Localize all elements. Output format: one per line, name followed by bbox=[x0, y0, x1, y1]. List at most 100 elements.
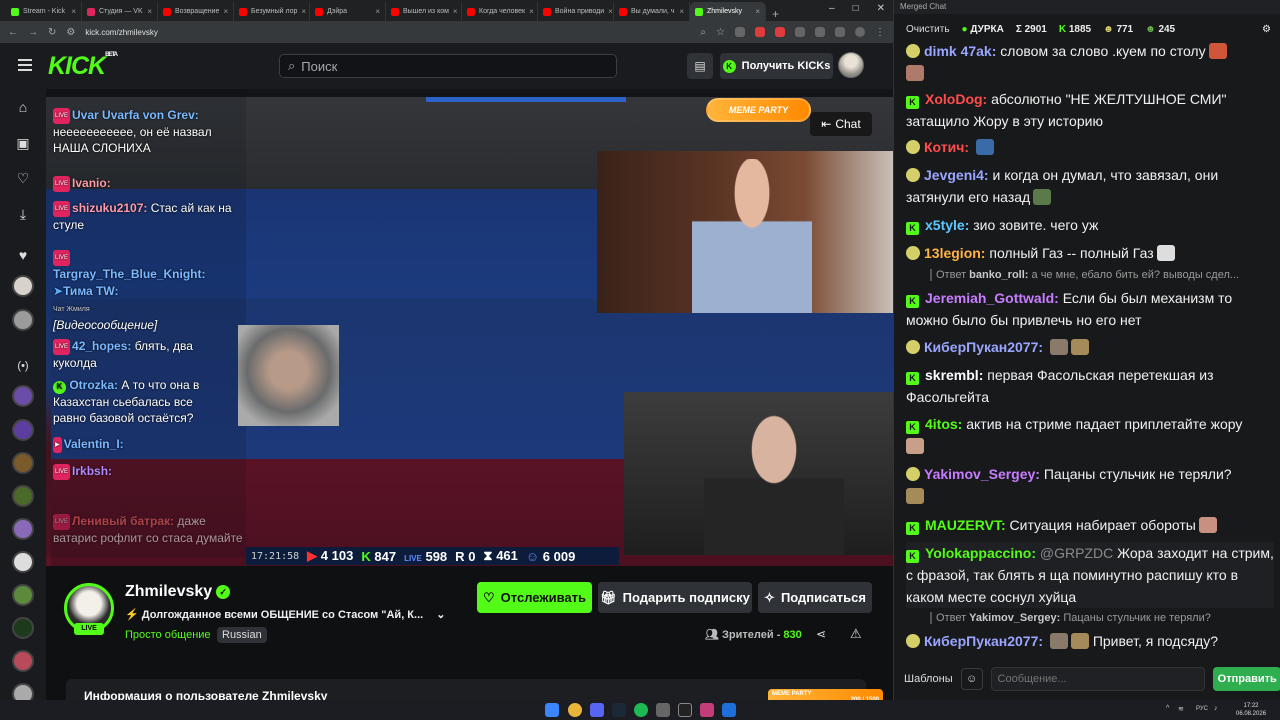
chat-toggle-button[interactable]: ⇤ Chat bbox=[810, 112, 872, 136]
get-kicks-button[interactable]: K Получить KICKs bbox=[720, 53, 833, 79]
language-tag[interactable]: Russian bbox=[217, 627, 267, 643]
extension-icon[interactable] bbox=[815, 27, 825, 37]
channel-name[interactable]: Zhmilevsky ✓ bbox=[125, 583, 231, 601]
reply-preview[interactable]: Ответ banko_roll: а че мне, ебало бить е… bbox=[930, 269, 1270, 281]
tray-chevron-icon[interactable]: ^ bbox=[1166, 705, 1169, 712]
minimize-icon[interactable]: – bbox=[829, 3, 835, 14]
clear-button[interactable]: Очистить bbox=[906, 24, 950, 35]
menu-dots-icon[interactable]: ⋮ bbox=[875, 27, 885, 38]
settings-gear-icon[interactable]: ⚙ bbox=[1262, 24, 1271, 35]
search-input[interactable]: ⌕ Поиск bbox=[279, 54, 617, 78]
browser-tab-active[interactable]: Zhmilevsky × bbox=[690, 2, 766, 21]
download-icon[interactable]: ⤓ bbox=[14, 205, 32, 223]
close-tab-icon[interactable]: × bbox=[755, 7, 760, 16]
clock[interactable]: 17:22 06.08.2026 bbox=[1236, 702, 1266, 718]
browse-icon[interactable]: ▣ bbox=[14, 134, 32, 152]
share-icon[interactable]: ⋖ bbox=[816, 627, 826, 641]
bookmark-star-icon[interactable]: ☆ bbox=[716, 27, 725, 38]
reply-preview[interactable]: Ответ Yakimov_Sergey: Пацаны стульчик не… bbox=[930, 612, 1270, 624]
recommended-channel-avatar[interactable] bbox=[12, 617, 34, 639]
recommended-channel-avatar[interactable] bbox=[12, 551, 34, 573]
app-icon[interactable] bbox=[656, 703, 670, 717]
site-info-icon[interactable]: ⚙ bbox=[66, 27, 75, 38]
obs-icon[interactable] bbox=[678, 703, 692, 717]
close-tab-icon[interactable]: × bbox=[375, 7, 380, 16]
browser-tab[interactable]: Возвращение × bbox=[158, 2, 234, 21]
browser-tab[interactable]: Дэйра × bbox=[310, 2, 386, 21]
message-input[interactable] bbox=[990, 667, 1206, 691]
app-icon[interactable] bbox=[722, 703, 736, 717]
discord-icon[interactable] bbox=[590, 703, 604, 717]
close-tab-icon[interactable]: × bbox=[679, 7, 684, 16]
templates-button[interactable]: Шаблоны bbox=[904, 673, 953, 685]
heart-outline-icon[interactable]: ♡ bbox=[14, 169, 32, 187]
extension-icon[interactable] bbox=[835, 27, 845, 37]
kick-logo[interactable]: KICKBETA bbox=[48, 52, 118, 81]
browser-tab[interactable]: Вы думали, ч × bbox=[614, 2, 690, 21]
recommended-channel-avatar[interactable] bbox=[12, 485, 34, 507]
profile-icon[interactable] bbox=[855, 27, 865, 37]
back-icon[interactable]: ← bbox=[8, 27, 18, 38]
close-window-icon[interactable]: ✕ bbox=[877, 3, 885, 14]
drawer-button[interactable]: ▤ bbox=[687, 53, 713, 79]
user-avatar[interactable] bbox=[838, 52, 864, 78]
language-indicator[interactable]: РУС bbox=[1196, 706, 1208, 712]
home-icon[interactable]: ⌂ bbox=[14, 98, 32, 116]
followed-channel-avatar[interactable] bbox=[12, 309, 34, 331]
kick-icon: K bbox=[1058, 23, 1067, 35]
close-tab-icon[interactable]: × bbox=[529, 7, 534, 16]
url-field[interactable]: kick.com/zhmilevsky bbox=[85, 28, 690, 37]
emoji-picker-icon[interactable]: ☺ bbox=[960, 668, 983, 690]
browser-tab[interactable]: Вышел из ком × bbox=[386, 2, 462, 21]
gift-sub-button[interactable]: 🎁︎ Подарить подписку bbox=[598, 582, 752, 613]
browser-tab[interactable]: Когда человек × bbox=[462, 2, 538, 21]
recommended-channel-avatar[interactable] bbox=[12, 385, 34, 407]
browser-tab[interactable]: Безумный лор × bbox=[234, 2, 310, 21]
volume-icon[interactable]: ♪ bbox=[1214, 705, 1218, 712]
zoom-icon[interactable]: ⌕ bbox=[700, 27, 706, 38]
recommended-channel-avatar[interactable] bbox=[12, 452, 34, 474]
steam-icon[interactable] bbox=[612, 703, 626, 717]
network-icon[interactable]: ≋ bbox=[1178, 705, 1184, 713]
extension-icon[interactable] bbox=[735, 27, 745, 37]
start-menu-icon[interactable] bbox=[545, 703, 559, 717]
category-link[interactable]: Просто общение bbox=[125, 629, 211, 641]
extension-icon[interactable] bbox=[755, 27, 765, 37]
close-tab-icon[interactable]: × bbox=[147, 7, 152, 16]
meme-party-widget: MEME PARTY bbox=[706, 98, 811, 122]
close-tab-icon[interactable]: × bbox=[453, 7, 458, 16]
viewer-count: 👥︎ Зрителей - 830 bbox=[705, 629, 802, 641]
recommended-channel-avatar[interactable] bbox=[12, 419, 34, 441]
app-icon[interactable] bbox=[700, 703, 714, 717]
extension-icon[interactable] bbox=[775, 27, 785, 37]
recommended-channel-avatar[interactable] bbox=[12, 584, 34, 606]
recommended-channel-avatar[interactable] bbox=[12, 518, 34, 540]
video-player[interactable]: LIVE Uvar Uvarfa von Grev: неееееееееее, … bbox=[46, 89, 893, 566]
report-icon[interactable]: ⚠ bbox=[850, 626, 862, 642]
extension-icon[interactable] bbox=[795, 27, 805, 37]
follow-button[interactable]: ♡ Отслеживать bbox=[477, 582, 592, 613]
recommended-channel-avatar[interactable] bbox=[12, 650, 34, 672]
reload-icon[interactable]: ↻ bbox=[48, 27, 56, 38]
browser-tab[interactable]: Студия — VK × bbox=[82, 2, 158, 21]
forward-icon[interactable]: → bbox=[28, 27, 38, 38]
chrome-icon[interactable] bbox=[568, 703, 582, 717]
youtube-favicon-icon bbox=[163, 7, 171, 16]
close-tab-icon[interactable]: × bbox=[223, 7, 228, 16]
browser-tab[interactable]: Война приводи × bbox=[538, 2, 614, 21]
following-heart-icon[interactable]: ♥ bbox=[14, 246, 32, 264]
lightning-icon: ⚡ bbox=[125, 609, 139, 621]
close-tab-icon[interactable]: × bbox=[608, 7, 613, 16]
send-button[interactable]: Отправить bbox=[1213, 667, 1280, 691]
spotify-icon[interactable] bbox=[634, 703, 648, 717]
close-tab-icon[interactable]: × bbox=[71, 7, 76, 16]
kick-icon: K bbox=[906, 421, 919, 434]
subscribe-button[interactable]: ✧ Подписаться bbox=[758, 582, 872, 613]
browser-tab[interactable]: Stream - Kick × bbox=[6, 2, 82, 21]
chevron-down-icon[interactable]: ⌄ bbox=[436, 609, 445, 621]
maximize-icon[interactable]: □ bbox=[853, 3, 859, 14]
close-tab-icon[interactable]: × bbox=[301, 7, 306, 16]
hamburger-menu-icon[interactable] bbox=[18, 59, 32, 71]
new-tab-icon[interactable]: + bbox=[766, 7, 785, 21]
followed-channel-avatar[interactable] bbox=[12, 275, 34, 297]
